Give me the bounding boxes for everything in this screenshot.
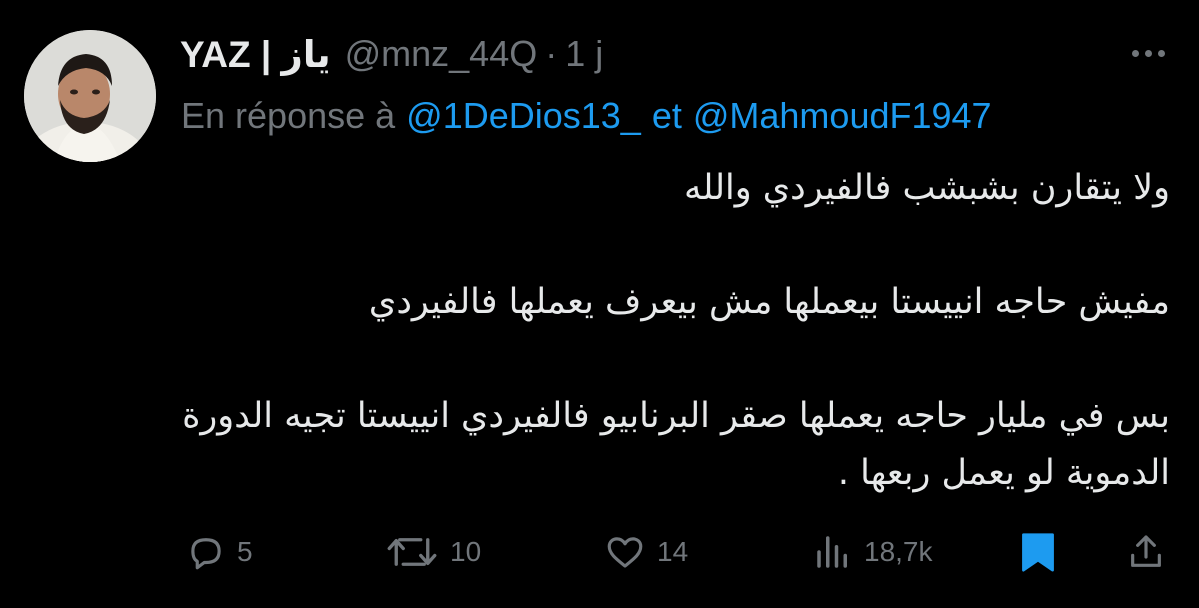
reply-prefix: En réponse à [181,95,396,136]
separator-dot: · [545,33,558,74]
reply-connector[interactable]: et [652,95,682,137]
bookmark-button[interactable] [1018,524,1058,580]
more-dot [1144,49,1152,57]
mention-link[interactable]: @1DeDios13_ [406,95,641,137]
views-count: 18,7k [864,536,933,567]
display-name[interactable]: YAZ | ياز [180,33,331,76]
avatar-photo [24,30,156,162]
views-icon [817,536,847,568]
tweet-header: YAZ | ياز @mnz_44Q · 1 j [180,30,603,78]
retweet-count: 10 [450,536,482,567]
share-icon [1131,535,1161,567]
more-icon[interactable] [1126,38,1170,68]
share-button[interactable] [1126,524,1166,580]
avatar[interactable] [24,30,156,162]
bookmark-icon [1022,533,1054,572]
reply-button[interactable]: 5 [185,524,253,580]
views-button[interactable]: 18,7k [812,524,933,580]
more-dot [1157,49,1165,57]
more-dot [1131,49,1139,57]
mention-link[interactable]: @MahmoudF1947 [693,95,992,137]
action-bar: 5 10 14 18,7k [0,524,1199,580]
tweet: YAZ | ياز @mnz_44Q · 1 j En réponse à @1… [0,0,1199,608]
retweet-button[interactable]: 10 [384,524,481,580]
retweet-icon [387,538,437,566]
like-count: 14 [657,536,689,567]
heart-icon [607,537,643,568]
timestamp[interactable]: 1 j [565,33,603,75]
user-handle[interactable]: @mnz_44Q [345,33,538,75]
reply-context: En réponse à @1DeDios13_ et @MahmoudF194… [181,92,992,140]
like-button[interactable]: 14 [603,524,688,580]
tweet-paragraph: مفيش حاجه انييستا بيعملها مش بيعرف يعمله… [368,282,1170,322]
reply-icon [191,538,221,570]
tweet-text: ولا يتقارن بشبشب فالفيردي والله مفيش حاج… [180,160,1170,502]
reply-count: 5 [237,536,253,567]
tweet-paragraph: بس في مليار حاجه يعملها صقر البرنابيو فا… [182,396,1170,493]
tweet-paragraph: ولا يتقارن بشبشب فالفيردي والله [683,168,1170,208]
